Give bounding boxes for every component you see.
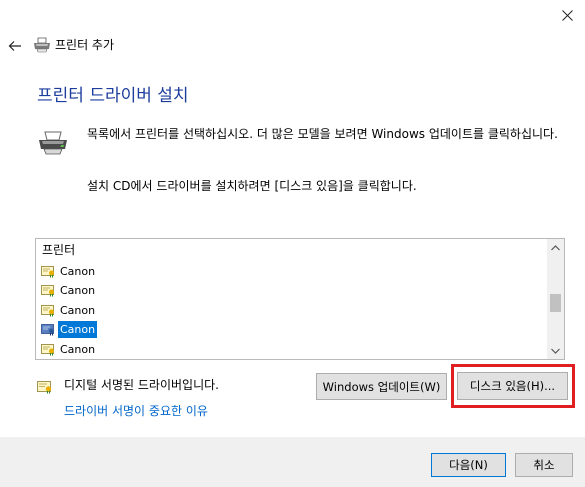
window-title: 프린터 추가 — [55, 38, 115, 52]
certificate-icon — [41, 323, 54, 335]
certificate-icon — [41, 284, 54, 296]
next-button[interactable]: 다음(N) — [431, 453, 506, 477]
list-item-selected[interactable]: Canon — [41, 320, 98, 338]
scroll-thumb[interactable] — [550, 294, 561, 312]
cancel-button[interactable]: 취소 — [515, 453, 573, 477]
scroll-down-icon — [551, 348, 560, 354]
close-button[interactable] — [549, 0, 585, 30]
list-header: 프린터 — [42, 243, 76, 257]
certificate-icon — [41, 304, 54, 316]
list-item-label: Canon — [60, 264, 96, 278]
page-title: 프린터 드라이버 설치 — [37, 86, 189, 106]
printer-icon — [39, 131, 67, 155]
list-item[interactable]: Canon — [41, 340, 97, 358]
list-item-label: Canon — [60, 342, 96, 356]
list-item-label: Canon — [60, 303, 96, 317]
back-arrow-icon — [8, 41, 21, 51]
scroll-up-button[interactable] — [547, 239, 564, 256]
scroll-up-icon — [551, 244, 560, 250]
close-icon — [561, 9, 573, 21]
list-item[interactable]: Canon — [41, 262, 97, 280]
certificate-icon — [41, 265, 54, 277]
description-text: 목록에서 프린터를 선택하십시오. 더 많은 모델을 보려면 Windows 업… — [87, 127, 558, 141]
highlight-box — [451, 364, 575, 408]
description-text-cd: 설치 CD에서 드라이버를 설치하려면 [디스크 있음]을 클릭합니다. — [87, 179, 417, 193]
certificate-icon — [41, 343, 54, 355]
printer-icon — [34, 37, 50, 53]
list-item[interactable]: Canon — [41, 281, 97, 299]
certificate-icon — [37, 381, 52, 394]
printer-list[interactable]: 프린터 Canon Canon Canon Canon Canon — [35, 238, 565, 360]
vertical-scrollbar[interactable] — [547, 239, 564, 359]
signature-info-link[interactable]: 드라이버 서명이 중요한 이유 — [64, 403, 208, 419]
windows-update-button[interactable]: Windows 업데이트(W) — [316, 373, 447, 400]
list-item-label: Canon — [58, 320, 98, 338]
back-button[interactable] — [6, 36, 24, 56]
signature-status-text: 디지털 서명된 드라이버입니다. — [64, 378, 219, 392]
list-item-label: Canon — [60, 283, 96, 297]
scroll-down-button[interactable] — [547, 342, 564, 359]
list-item[interactable]: Canon — [41, 301, 97, 319]
